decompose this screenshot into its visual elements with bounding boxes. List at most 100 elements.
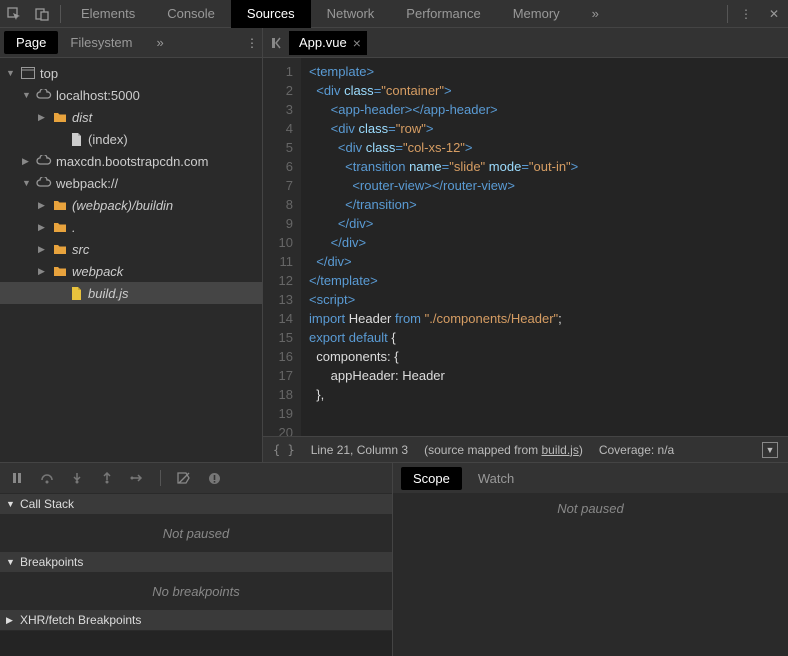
cloud-icon	[36, 175, 52, 191]
debugger-panel: ▼ Call Stack Not paused ▼ Breakpoints No brea…	[0, 462, 788, 656]
expand-arrow-icon[interactable]: ▶	[38, 200, 48, 211]
navigator-tabs: PageFilesystem » ⋮	[0, 28, 262, 58]
navigator-panel: PageFilesystem » ⋮ ▼ top ▼ localhost:5000 ▶ d…	[0, 28, 263, 462]
tree-node[interactable]: ▶ dist	[0, 106, 262, 128]
folder-icon	[52, 197, 68, 213]
editor-tab-appvue[interactable]: App.vue ×	[289, 31, 367, 55]
expand-arrow-icon[interactable]: ▼	[22, 178, 32, 188]
debug-section-header[interactable]: ▶ XHR/fetch Breakpoints	[0, 609, 392, 631]
devtools-tab-sources[interactable]: Sources	[231, 0, 311, 28]
editor-tabs: App.vue ×	[263, 28, 788, 58]
code-content[interactable]: <template> <div class="container"> <app-…	[301, 58, 586, 436]
pause-exceptions-icon[interactable]	[203, 467, 225, 489]
tree-node-label: (webpack)/buildin	[72, 198, 173, 213]
tree-node[interactable]: ▼ localhost:5000	[0, 84, 262, 106]
section-arrow-icon: ▶	[6, 615, 16, 626]
step-out-icon[interactable]	[96, 467, 118, 489]
devtools-tab-network[interactable]: Network	[311, 0, 391, 28]
tree-node-label: src	[72, 242, 89, 257]
tree-node-label: maxcdn.bootstrapcdn.com	[56, 154, 208, 169]
tree-node-label: webpack://	[56, 176, 118, 191]
tree-node-label: build.js	[88, 286, 128, 301]
navigator-more-icon[interactable]: ⋮	[246, 36, 258, 50]
pause-icon[interactable]	[6, 467, 28, 489]
navigator-tab-filesystem[interactable]: Filesystem	[58, 31, 144, 54]
device-toggle-icon[interactable]	[28, 0, 56, 28]
scope-tab-scope[interactable]: Scope	[401, 467, 462, 490]
devtools-tab-memory[interactable]: Memory	[497, 0, 576, 28]
expand-arrow-icon[interactable]: ▶	[38, 266, 48, 277]
expand-arrow-icon[interactable]: ▶	[38, 112, 48, 123]
section-title: XHR/fetch Breakpoints	[20, 613, 141, 627]
tree-node-label: localhost:5000	[56, 88, 140, 103]
section-title: Call Stack	[20, 497, 74, 511]
step-into-icon[interactable]	[66, 467, 88, 489]
cursor-position: Line 21, Column 3	[311, 443, 408, 457]
section-arrow-icon: ▼	[6, 557, 16, 567]
close-devtools-icon[interactable]: ✕	[760, 0, 788, 28]
tree-node[interactable]: ▼ webpack://	[0, 172, 262, 194]
debug-section-header[interactable]: ▼ Breakpoints	[0, 551, 392, 573]
tree-node[interactable]: build.js	[0, 282, 262, 304]
expand-arrow-icon[interactable]: ▶	[22, 156, 32, 167]
navigator-tab-page[interactable]: Page	[4, 31, 58, 54]
pretty-print-icon[interactable]: { }	[273, 443, 295, 457]
file-icon	[68, 131, 84, 147]
tree-node-label: .	[72, 220, 76, 235]
tree-node[interactable]: ▶.	[0, 216, 262, 238]
folder-icon	[52, 109, 68, 125]
debug-section-body: Not paused	[0, 515, 392, 551]
tree-node[interactable]: ▶ src	[0, 238, 262, 260]
expand-arrow-icon[interactable]: ▶	[38, 222, 48, 233]
line-gutter: 1234567891011121314151617181920	[263, 58, 301, 436]
section-arrow-icon: ▼	[6, 499, 16, 509]
nav-back-icon[interactable]	[267, 32, 289, 54]
cloud-icon	[36, 153, 52, 169]
more-menu-icon[interactable]: ⋮	[732, 0, 760, 28]
expand-arrow-icon[interactable]: ▶	[38, 244, 48, 255]
devtools-topbar: ElementsConsoleSourcesNetworkPerformance…	[0, 0, 788, 28]
scope-tab-watch[interactable]: Watch	[466, 467, 526, 490]
tree-node-label: webpack	[72, 264, 123, 279]
scope-body: Not paused	[393, 493, 788, 656]
coverage-status: Coverage: n/a	[599, 443, 674, 457]
editor-tab-label: App.vue	[299, 35, 347, 50]
section-title: Breakpoints	[20, 555, 83, 569]
devtools-tab-console[interactable]: Console	[151, 0, 231, 28]
folder-icon	[52, 241, 68, 257]
folder-icon	[52, 219, 68, 235]
overflow-tabs-button[interactable]: »	[576, 0, 615, 28]
devtools-tab-performance[interactable]: Performance	[390, 0, 496, 28]
debug-section-header[interactable]: ▼ Call Stack	[0, 493, 392, 515]
expand-arrow-icon[interactable]: ▼	[22, 90, 32, 100]
window-icon	[20, 65, 36, 81]
step-icon[interactable]	[126, 467, 148, 489]
step-over-icon[interactable]	[36, 467, 58, 489]
navigator-overflow-button[interactable]: »	[145, 31, 176, 54]
folder-icon	[52, 263, 68, 279]
code-editor[interactable]: 1234567891011121314151617181920 <templat…	[263, 58, 788, 436]
tree-node[interactable]: ▶ webpack	[0, 260, 262, 282]
debug-section-body: No breakpoints	[0, 573, 392, 609]
editor-status-bar: { } Line 21, Column 3 (source mapped fro…	[263, 436, 788, 462]
inspect-icon[interactable]	[0, 0, 28, 28]
tree-node[interactable]: ▶ maxcdn.bootstrapcdn.com	[0, 150, 262, 172]
scope-tabs: ScopeWatch	[393, 463, 788, 493]
tree-node[interactable]: ▶ (webpack)/buildin	[0, 194, 262, 216]
topbar-divider	[727, 5, 728, 23]
devtools-tab-elements[interactable]: Elements	[65, 0, 151, 28]
tree-node-label: top	[40, 66, 58, 81]
debugger-right: ScopeWatch Not paused	[393, 463, 788, 656]
debug-toolbar	[0, 463, 392, 493]
topbar-divider	[60, 5, 61, 23]
cloud-icon	[36, 87, 52, 103]
source-map-link[interactable]: build.js	[541, 443, 578, 457]
tree-node-label: dist	[72, 110, 92, 125]
coverage-toggle-icon[interactable]: ▼	[762, 442, 778, 458]
deactivate-breakpoints-icon[interactable]	[173, 467, 195, 489]
tree-node[interactable]: (index)	[0, 128, 262, 150]
expand-arrow-icon[interactable]: ▼	[6, 68, 16, 78]
close-tab-icon[interactable]: ×	[353, 35, 361, 51]
tree-node[interactable]: ▼ top	[0, 62, 262, 84]
file-tree[interactable]: ▼ top ▼ localhost:5000 ▶ dist (index) ▶ maxcdn.b…	[0, 58, 262, 462]
